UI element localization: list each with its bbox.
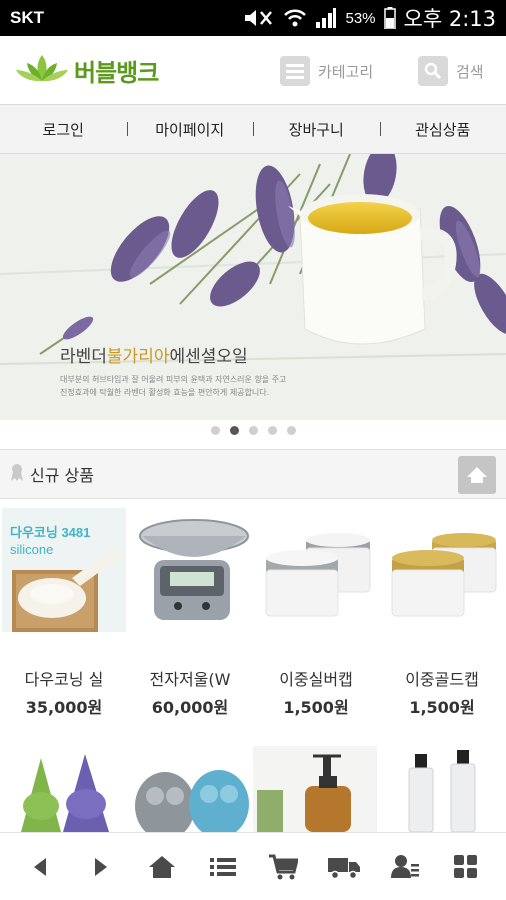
search-icon xyxy=(418,56,448,86)
lotus-logo-icon xyxy=(14,51,70,89)
battery-percent: 53% xyxy=(345,9,376,27)
carousel-dot[interactable] xyxy=(267,426,277,435)
product-name: 다우코닝 실 xyxy=(24,670,104,689)
member-icon[interactable] xyxy=(383,845,427,889)
forward-icon[interactable] xyxy=(79,845,123,889)
product-name: 전자저울(W xyxy=(149,670,231,689)
search-label: 검색 xyxy=(456,62,484,81)
banner-title: 라벤더불가리아에센셜오일 xyxy=(60,342,290,367)
ribbon-icon xyxy=(10,462,24,486)
scroll-top-button[interactable] xyxy=(458,456,496,494)
product-price: 1,500원 xyxy=(409,698,475,717)
signal-icon xyxy=(315,8,337,28)
product-thumbnail xyxy=(254,508,378,632)
product-card[interactable]: 이중실버캡 1,500원 xyxy=(253,508,379,718)
section-title: 신규 상품 xyxy=(30,466,94,485)
mute-icon xyxy=(241,8,275,28)
product-thumbnail xyxy=(128,508,252,632)
product-name: 이중실버캡 xyxy=(279,670,353,689)
thumb-text-material: silicone xyxy=(10,542,54,557)
product-card[interactable] xyxy=(253,746,377,832)
search-button[interactable]: 검색 xyxy=(418,56,484,86)
banner-title-highlight: 불가리아 xyxy=(106,347,170,367)
product-card[interactable]: 전자저울(W 60,000원 xyxy=(127,508,253,718)
carousel-dot[interactable] xyxy=(210,426,220,435)
list-icon[interactable] xyxy=(201,845,245,889)
product-card[interactable] xyxy=(127,746,251,832)
thumb-text-brand: 다우코닝 3481 xyxy=(10,525,91,540)
app-name: 버블뱅크 xyxy=(74,58,159,87)
category-button[interactable]: 카테고리 xyxy=(280,56,373,86)
category-label: 카테고리 xyxy=(318,62,374,81)
product-price: 1,500원 xyxy=(283,698,349,717)
carousel-dot[interactable] xyxy=(248,426,258,435)
new-products-header: 신규 상품 xyxy=(0,449,506,499)
logo[interactable]: 버블뱅크 xyxy=(14,51,159,89)
product-thumbnail xyxy=(379,746,503,832)
home-up-icon xyxy=(467,467,487,483)
carousel-dots xyxy=(0,426,506,435)
product-price: 35,000원 xyxy=(25,698,103,717)
battery-icon xyxy=(383,7,396,29)
product-price: 60,000원 xyxy=(151,698,229,717)
product-card[interactable]: 이중골드캡 1,500원 xyxy=(379,508,505,718)
clock: 오후 2:13 xyxy=(403,7,496,31)
nav-cart[interactable]: 장바구니 xyxy=(253,119,380,140)
carrier-name: SKT xyxy=(10,8,44,27)
nav-mypage[interactable]: 마이페이지 xyxy=(126,119,254,140)
product-thumbnail xyxy=(380,508,504,632)
product-card[interactable] xyxy=(1,746,125,832)
grid-icon[interactable] xyxy=(444,845,488,889)
home-icon[interactable] xyxy=(140,845,184,889)
top-nav: 로그인 마이페이지 장바구니 관심상품 xyxy=(0,104,506,154)
back-icon[interactable] xyxy=(18,845,62,889)
bottom-toolbar xyxy=(0,832,506,900)
cart-icon[interactable] xyxy=(261,845,305,889)
nav-wishlist[interactable]: 관심상품 xyxy=(379,119,506,140)
nav-login[interactable]: 로그인 xyxy=(0,119,127,140)
promo-banner[interactable]: 라벤더불가리아에센셜오일 대부분의 허브타입과 잘 어울려 피부의 윤택과 자연… xyxy=(0,154,506,420)
product-name: 이중골드캡 xyxy=(405,670,479,689)
carousel-dot-active[interactable] xyxy=(229,426,239,435)
wifi-icon xyxy=(283,8,307,28)
banner-caption: 라벤더불가리아에센셜오일 대부분의 허브타입과 잘 어울려 피부의 윤택과 자연… xyxy=(60,342,290,399)
menu-icon xyxy=(280,56,310,86)
delivery-truck-icon[interactable] xyxy=(322,845,366,889)
product-thumbnail xyxy=(253,746,377,832)
banner-title-suffix: 에센셜오일 xyxy=(169,347,248,367)
product-thumbnail: 다우코닝 3481 silicone xyxy=(2,508,126,632)
product-thumbnail xyxy=(127,746,251,832)
banner-description: 대부분의 허브타입과 잘 어울려 피부의 윤택과 자연스러운 향을 주고 진정효… xyxy=(60,375,287,397)
banner-title-prefix: 라벤더 xyxy=(60,347,107,367)
product-card[interactable]: 다우코닝 3481 silicone 다우코닝 실 35,000원 xyxy=(1,508,127,718)
product-thumbnail xyxy=(1,746,125,832)
status-bar: SKT 53% 오후 2:13 xyxy=(0,0,506,36)
product-card[interactable] xyxy=(379,746,503,832)
carousel-dot[interactable] xyxy=(286,426,296,435)
app-header: 버블뱅크 카테고리 검색 xyxy=(0,36,506,104)
